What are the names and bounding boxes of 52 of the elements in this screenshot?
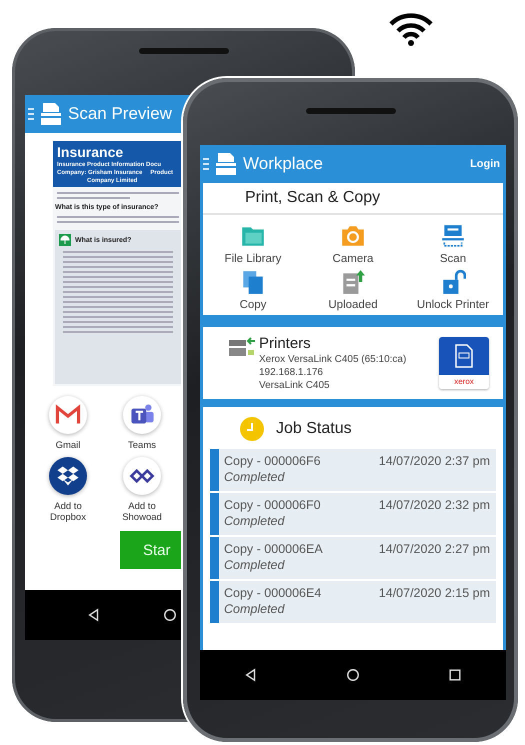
share-target[interactable]: Add to Showoad [109,457,175,523]
printers-title: Printers [259,335,312,352]
recents-icon[interactable] [448,668,462,682]
job-status-title: Job Status [276,420,352,438]
menu-icon[interactable] [28,107,34,121]
printer-detail: VersaLink C405 [259,380,331,391]
job-row[interactable]: Copy - 000006E4 14/07/2020 2:15 pm Completed [210,581,496,623]
menu-icon[interactable] [203,157,209,171]
app-shortcut[interactable]: Scan [403,223,503,265]
job-name: Copy - 000006EA [224,542,324,556]
job-time: 14/07/2020 2:27 pm [378,542,490,556]
screen-title: Scan Preview [68,104,172,124]
job-row[interactable]: Copy - 000006EA 14/07/2020 2:27 pm Completed [210,537,496,579]
document-heading: Insurance [57,144,124,160]
job-status: Completed [224,470,286,484]
printer-icon [41,103,61,125]
job-time: 14/07/2020 2:15 pm [378,586,490,600]
app-shortcut[interactable]: Unlock Printer [403,269,503,311]
box-icon [49,457,87,495]
printer-detail: Xerox VersaLink C405 (65:10:ca) [259,354,408,365]
share-target[interactable]: Add to Dropbox [35,457,101,523]
app-shortcut[interactable]: File Library [203,223,303,265]
job-row[interactable]: Copy - 000006F6 14/07/2020 2:37 pm Completed [210,449,496,491]
home-icon[interactable] [163,608,177,622]
job-name: Copy - 000006F6 [224,454,322,468]
scanner-icon [440,223,466,249]
card-title: Print, Scan & Copy [203,183,503,215]
login-link[interactable]: Login [470,158,506,170]
share-target[interactable]: Gmail [35,396,101,451]
app-title: Workplace [243,154,324,174]
printer-icon [216,153,236,175]
job-row[interactable]: Copy - 000006F0 14/07/2020 2:32 pm Completed [210,493,496,535]
back-icon[interactable] [87,608,101,622]
job-time: 14/07/2020 2:37 pm [378,454,490,468]
job-status: Completed [224,602,286,616]
brand-label: xerox [439,375,489,389]
job-name: Copy - 000006F0 [224,498,322,512]
app-shortcut[interactable]: Camera [303,223,403,265]
share-target[interactable]: Teams [109,396,175,451]
job-name: Copy - 000006E4 [224,586,322,600]
app-shortcut[interactable]: Uploaded [303,269,403,311]
app-shortcut[interactable]: Copy [203,269,303,311]
home-icon[interactable] [346,668,360,682]
job-time: 14/07/2020 2:32 pm [378,498,490,512]
printer-detail: 192.168.1.176 [259,367,324,378]
job-status: Completed [224,514,286,528]
clock-icon [240,417,264,441]
umbrella-icon [59,234,71,246]
wifi-icon [388,12,434,46]
job-status: Completed [224,558,286,572]
document-icon [455,344,473,368]
back-icon[interactable] [244,668,258,682]
